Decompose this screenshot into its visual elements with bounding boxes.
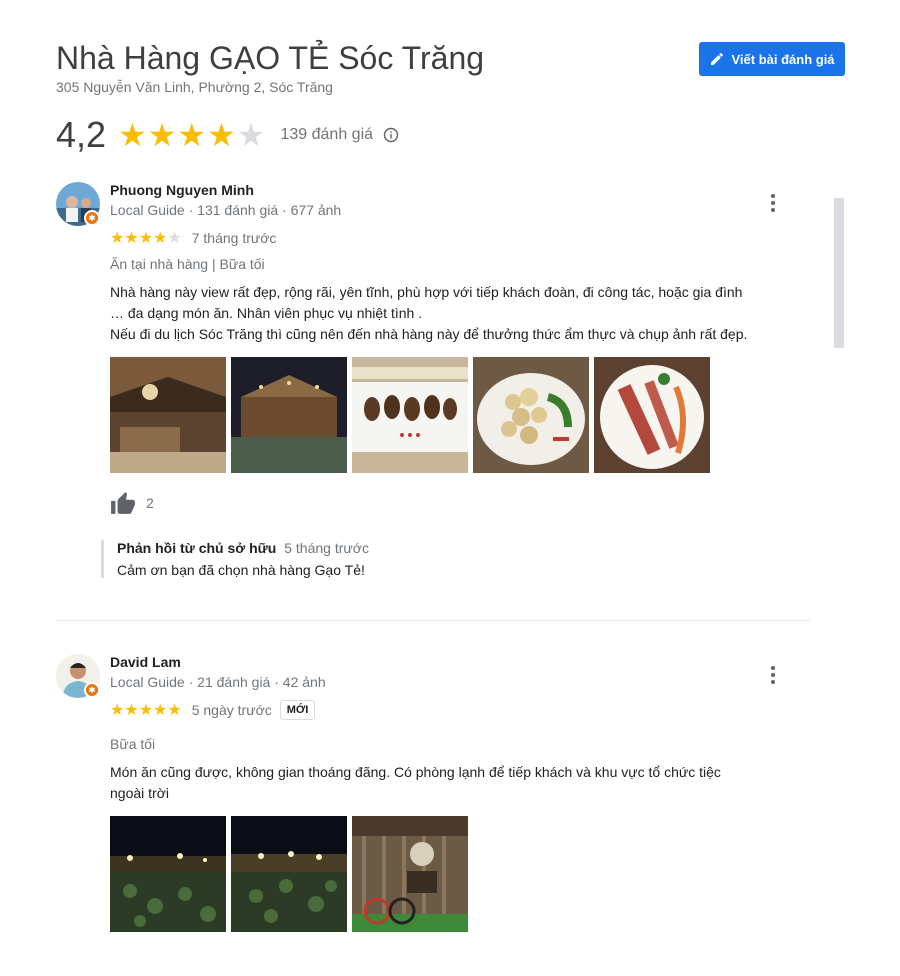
scrollbar[interactable]: [834, 198, 844, 348]
review-stars: ★★★★★: [110, 230, 182, 247]
star-icon: ★: [147, 117, 178, 153]
review-text-line: Món ăn cũng được, không gian thoáng đãng…: [110, 764, 721, 780]
review-photo[interactable]: [231, 816, 347, 932]
write-review-label: Viết bài đánh giá: [731, 51, 835, 67]
review-text-line: … đa dạng món ăn. Nhân viên phục vụ nhiệ…: [110, 305, 423, 321]
review-photo[interactable]: [594, 357, 710, 473]
write-review-button[interactable]: Viết bài đánh giá: [699, 42, 845, 76]
review-photos: [110, 357, 710, 473]
reviewer-name[interactable]: David Lam: [110, 654, 181, 670]
star-icon: ★: [207, 117, 237, 153]
review-stars: ★★★★★: [110, 702, 182, 719]
reviewer-meta: Local Guide · 21 đánh giá · 42 ảnh: [110, 674, 326, 690]
pencil-icon: [711, 52, 724, 65]
like-count: 2: [146, 495, 154, 511]
review-text: Nhà hàng này view rất đẹp, rộng rãi, yên…: [110, 282, 810, 345]
new-badge: MỚI: [279, 700, 316, 720]
review-photo[interactable]: [231, 357, 347, 473]
reviewer-name[interactable]: Phuong Nguyen Minh: [110, 182, 254, 198]
review-photo[interactable]: [473, 357, 589, 473]
thumb-up-icon[interactable]: [110, 491, 136, 515]
star-icon: ★: [118, 117, 148, 153]
more-vert-icon[interactable]: [764, 192, 782, 214]
place-address: 305 Nguyễn Văn Linh, Phường 2, Sóc Trăng: [56, 79, 333, 95]
more-vert-icon[interactable]: [764, 664, 782, 686]
review-tags: Ăn tại nhà hàng | Bữa tối: [110, 256, 265, 272]
review-photo[interactable]: [110, 816, 226, 932]
owner-reply: Phản hồi từ chủ sở hữu 5 tháng trước Cảm…: [101, 540, 517, 578]
owner-reply-title: Phản hồi từ chủ sở hữu: [117, 540, 277, 556]
review-text-line: ngoài trời: [110, 785, 169, 801]
review-time: 7 tháng trước: [191, 230, 277, 246]
review-photos: [110, 816, 468, 932]
review-photo[interactable]: [352, 357, 468, 473]
info-icon[interactable]: [383, 127, 399, 143]
star-empty-icon: ★: [236, 117, 267, 153]
review-text: Món ăn cũng được, không gian thoáng đãng…: [110, 762, 810, 804]
rating-summary: 4,2 ★★★★★ 139 đánh giá: [56, 114, 399, 156]
divider: [56, 620, 810, 621]
review-count[interactable]: 139 đánh giá: [280, 126, 373, 144]
rating-value: 4,2: [56, 114, 107, 155]
owner-reply-text: Cảm ơn bạn đã chọn nhà hàng Gạo Tẻ!: [117, 562, 365, 578]
reviewer-meta: Local Guide · 131 đánh giá · 677 ảnh: [110, 202, 342, 218]
review-photo[interactable]: [352, 816, 468, 932]
star-icon: ★: [177, 117, 208, 153]
owner-reply-time: 5 tháng trước: [284, 540, 369, 556]
review-tags: Bữa tối: [110, 736, 156, 752]
rating-stars: ★★★★★: [118, 116, 266, 154]
local-guide-badge-icon: ✱: [84, 682, 100, 698]
review-photo[interactable]: [110, 357, 226, 473]
local-guide-badge-icon: ✱: [84, 210, 100, 226]
review-text-line: Nhà hàng này view rất đẹp, rộng rãi, yên…: [110, 284, 743, 300]
review-text-line: Nếu đi du lịch Sóc Trăng thì cũng nên đế…: [110, 326, 748, 342]
review-time: 5 ngày trước: [191, 702, 272, 718]
place-title: Nhà Hàng GẠO TẺ Sóc Trăng: [56, 40, 485, 76]
